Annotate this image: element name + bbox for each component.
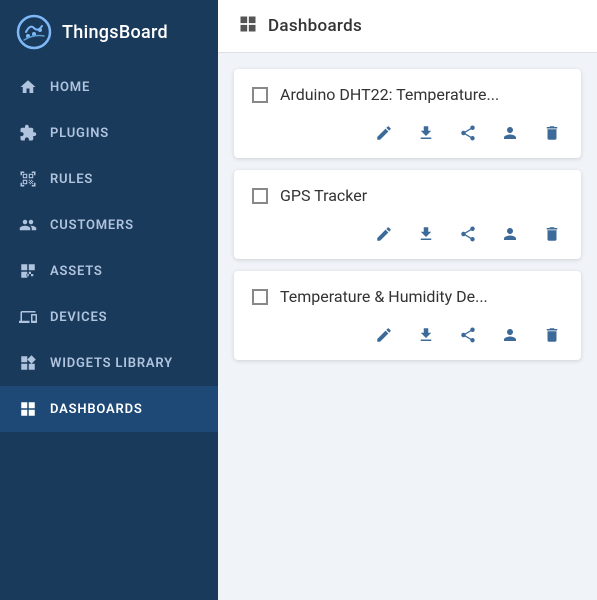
cards-area: Arduino DHT22: Temperature... [218,53,597,376]
card-actions-2 [252,223,563,245]
sidebar-label-dashboards: DASHBOARDS [50,402,143,417]
edit-button-2[interactable] [373,223,395,245]
dashboard-card-1: Arduino DHT22: Temperature... [234,69,581,158]
dashboard-card-3: Temperature & Humidity De... [234,271,581,360]
card-title-3: Temperature & Humidity De... [280,287,488,306]
card-top-3: Temperature & Humidity De... [252,287,563,306]
download-button-2[interactable] [415,223,437,245]
card-checkbox-1[interactable] [252,87,268,103]
card-actions-1 [252,122,563,144]
card-title-1: Arduino DHT22: Temperature... [280,85,499,104]
share-button-1[interactable] [457,122,479,144]
assets-icon [18,261,38,281]
sidebar-item-dashboards[interactable]: DASHBOARDS [0,386,218,432]
rules-icon [18,169,38,189]
assign-button-1[interactable] [499,122,521,144]
delete-button-3[interactable] [541,324,563,346]
share-button-2[interactable] [457,223,479,245]
sidebar-label-widgets: WIDGETS LIBRARY [50,356,173,371]
dashboards-header-icon [238,14,258,38]
card-title-2: GPS Tracker [280,186,367,205]
home-icon [18,77,38,97]
sidebar-item-assets[interactable]: ASSETS [0,248,218,294]
share-button-3[interactable] [457,324,479,346]
card-checkbox-3[interactable] [252,289,268,305]
delete-button-1[interactable] [541,122,563,144]
page-header: Dashboards [218,0,597,53]
sidebar-label-rules: RULES [50,172,93,187]
logo-icon [16,14,52,50]
dashboard-card-2: GPS Tracker [234,170,581,259]
download-button-1[interactable] [415,122,437,144]
sidebar-item-customers[interactable]: CUSTOMERS [0,202,218,248]
page-title: Dashboards [268,16,362,36]
plugins-icon [18,123,38,143]
download-button-3[interactable] [415,324,437,346]
sidebar-label-devices: DEVICES [50,310,107,325]
main-content: Dashboards Arduino DHT22: Temperature... [218,0,597,600]
sidebar-label-assets: ASSETS [50,264,103,279]
dashboards-icon [18,399,38,419]
devices-icon [18,307,38,327]
card-top-1: Arduino DHT22: Temperature... [252,85,563,104]
sidebar: ThingsBoard HOME PLUGINS RULES [0,0,218,600]
card-actions-3 [252,324,563,346]
nav-items: HOME PLUGINS RULES CUSTOMERS [0,64,218,432]
logo-area: ThingsBoard [0,0,218,64]
customers-icon [18,215,38,235]
card-top-2: GPS Tracker [252,186,563,205]
widgets-icon [18,353,38,373]
sidebar-label-customers: CUSTOMERS [50,218,134,233]
card-checkbox-2[interactable] [252,188,268,204]
sidebar-label-home: HOME [50,80,90,95]
sidebar-item-devices[interactable]: DEVICES [0,294,218,340]
edit-button-1[interactable] [373,122,395,144]
logo-text: ThingsBoard [62,22,168,43]
sidebar-item-plugins[interactable]: PLUGINS [0,110,218,156]
sidebar-item-home[interactable]: HOME [0,64,218,110]
sidebar-label-plugins: PLUGINS [50,126,109,141]
sidebar-item-rules[interactable]: RULES [0,156,218,202]
edit-button-3[interactable] [373,324,395,346]
assign-button-2[interactable] [499,223,521,245]
assign-button-3[interactable] [499,324,521,346]
sidebar-item-widgets-library[interactable]: WIDGETS LIBRARY [0,340,218,386]
delete-button-2[interactable] [541,223,563,245]
